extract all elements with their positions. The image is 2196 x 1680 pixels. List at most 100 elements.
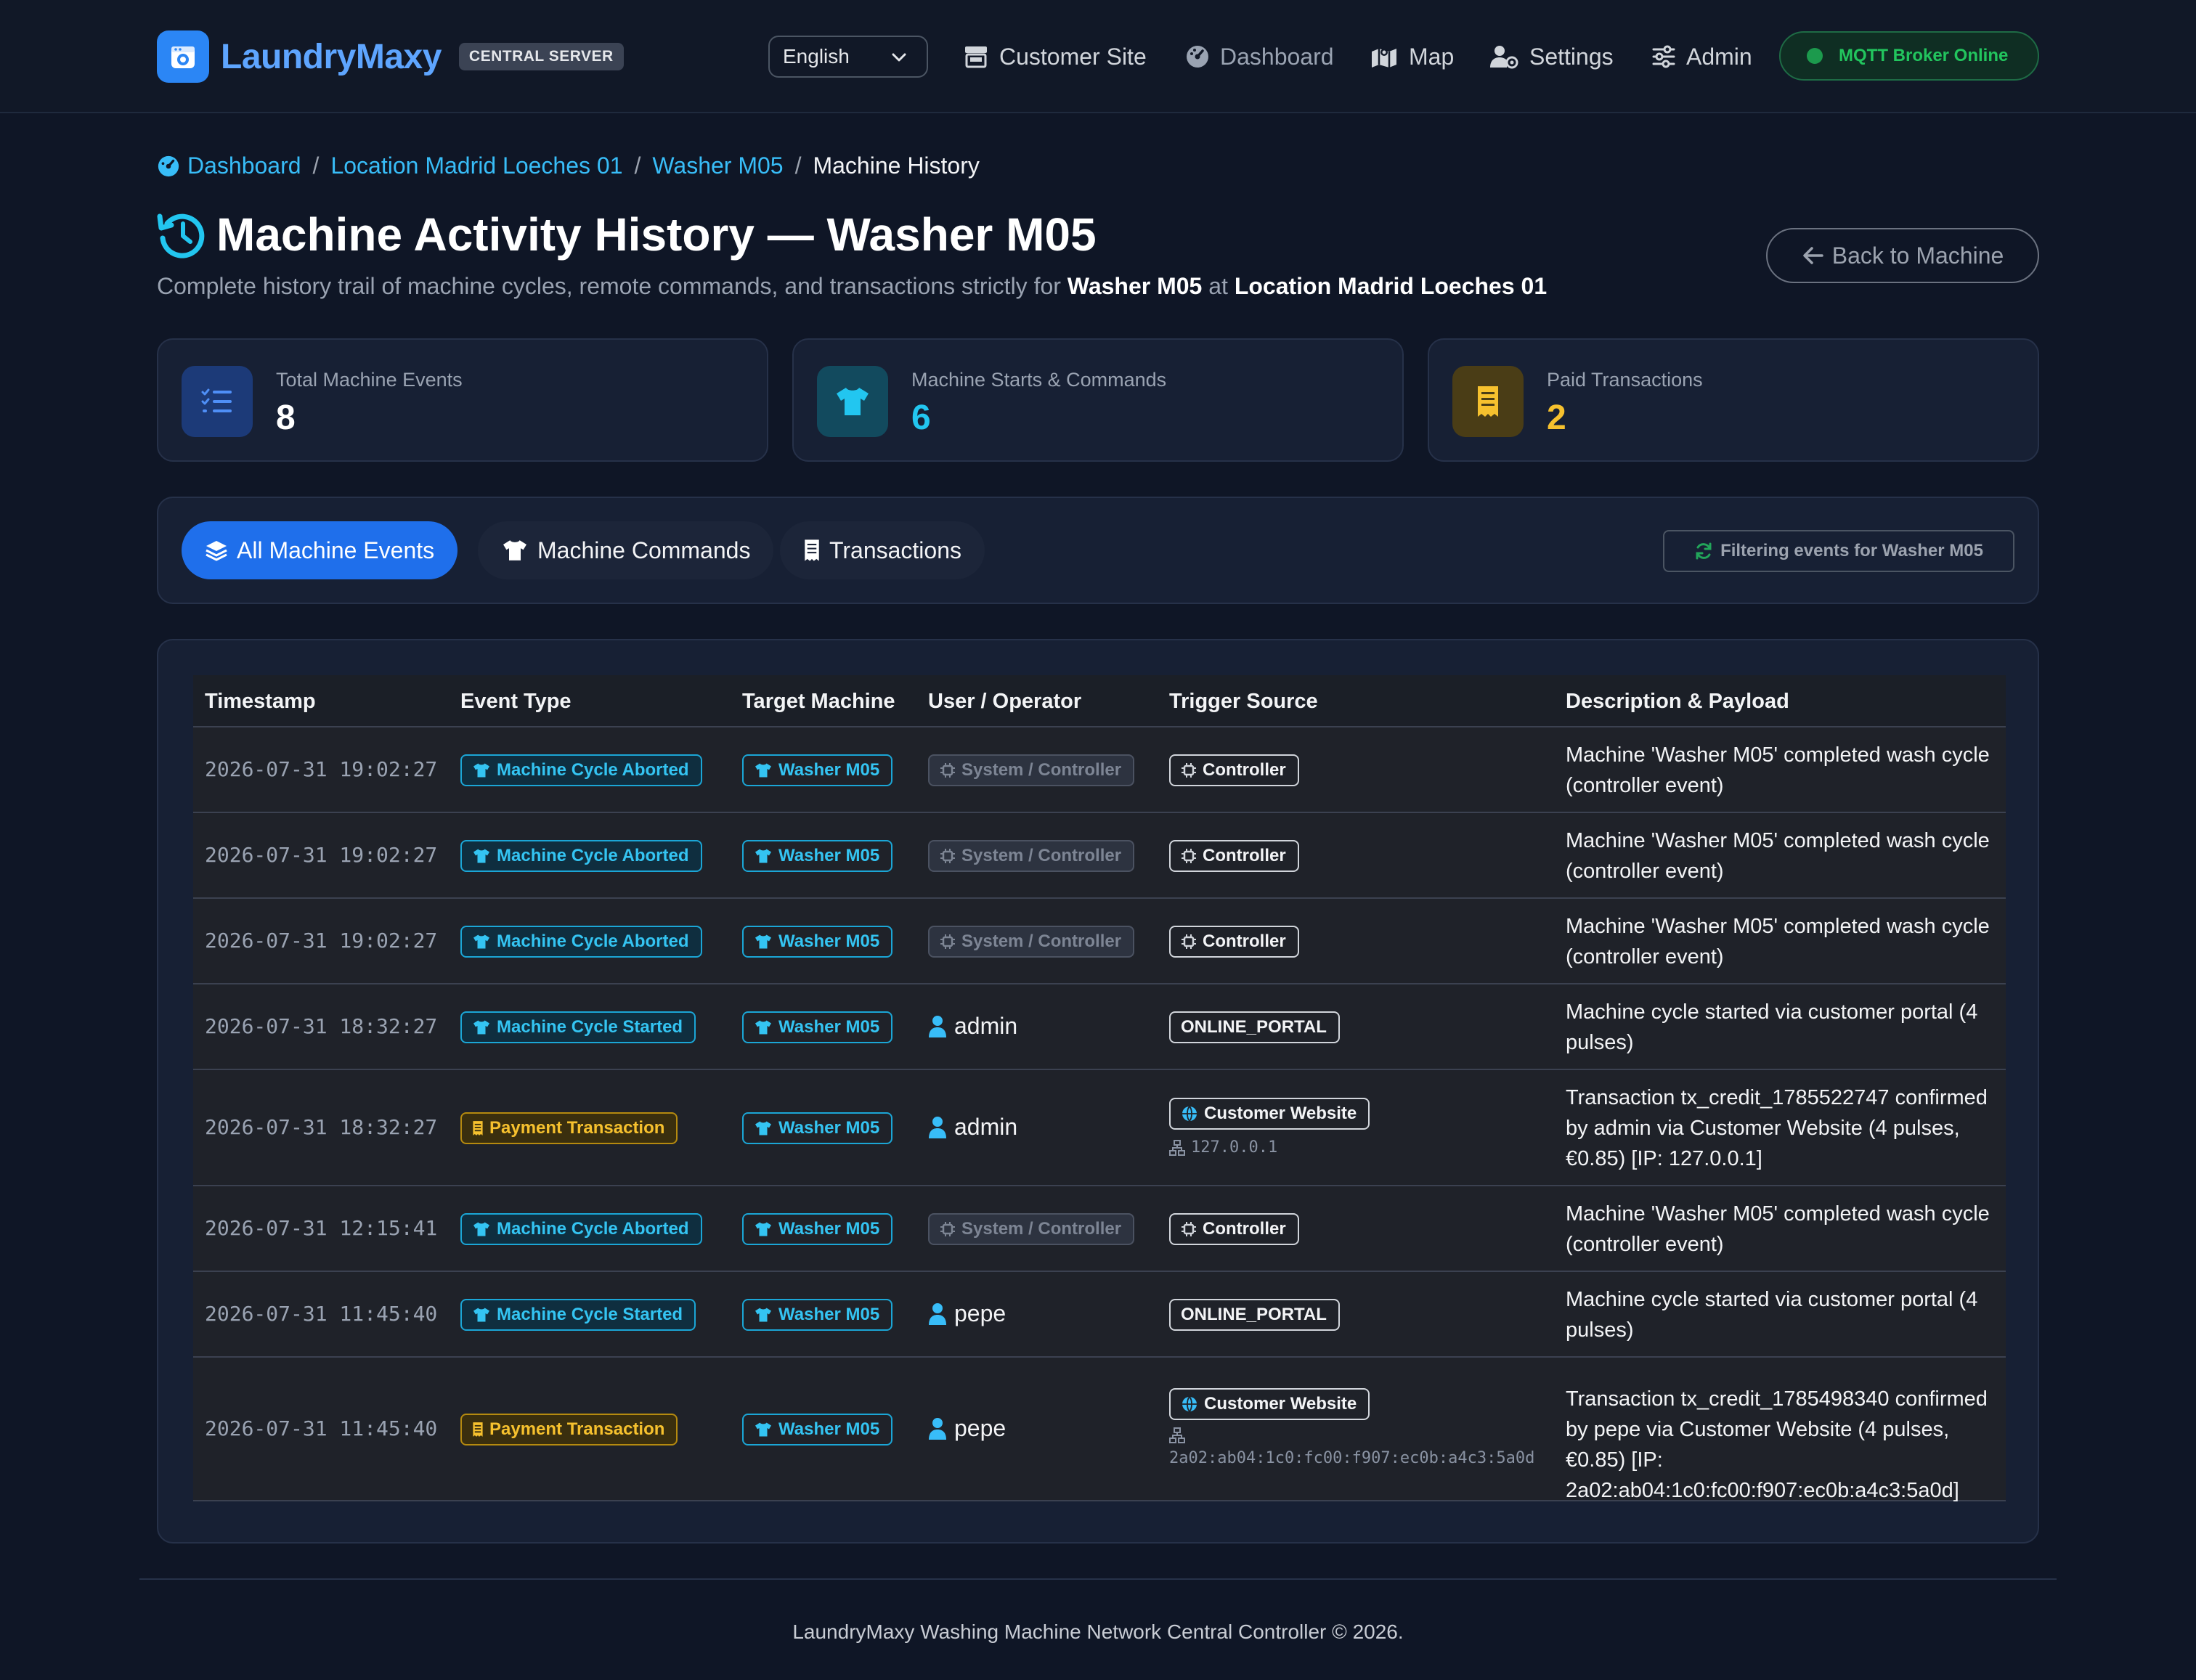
user-icon [929, 1116, 946, 1138]
trigger-source-badge: Controller [1169, 754, 1299, 786]
description-cell: Machine cycle started via customer porta… [1566, 1000, 1978, 1054]
breadcrumb-machine[interactable]: Washer M05 [652, 152, 783, 179]
globe-icon [1182, 1396, 1197, 1412]
trigger-source-label: Customer Website [1204, 1394, 1357, 1414]
event-type-label: Machine Cycle Aborted [497, 1219, 689, 1239]
shirt-icon [817, 366, 888, 437]
description-cell: Transaction tx_credit_1785498340 confirm… [1566, 1387, 1988, 1502]
breadcrumb-location[interactable]: Location Madrid Loeches 01 [330, 152, 622, 179]
gauge-icon [1187, 46, 1208, 68]
breadcrumb-separator: / [794, 152, 802, 179]
event-type-badge: Machine Cycle Aborted [460, 840, 702, 872]
subtitle-location: Location Madrid Loeches 01 [1234, 273, 1548, 299]
washing-machine-logo-icon [157, 30, 209, 83]
receipt-icon [473, 1121, 483, 1135]
page-title-text: Machine Activity History — Washer M05 [216, 208, 1097, 261]
trigger-source-badge: Customer Website [1169, 1098, 1370, 1130]
shirt-icon [755, 934, 771, 949]
trigger-source-badge: ONLINE_PORTAL [1169, 1299, 1340, 1331]
nav-settings[interactable]: Settings [1489, 41, 1614, 73]
table-body: 2026-07-31 19:02:27 Machine Cycle Aborted… [193, 727, 2006, 1502]
nav-admin[interactable]: Admin [1651, 41, 1752, 73]
user-label: admin [954, 1114, 1018, 1140]
event-type-label: Machine Cycle Aborted [497, 760, 689, 780]
event-type-label: Machine Cycle Started [497, 1305, 683, 1324]
chip-icon [940, 849, 955, 863]
column-header: Description & Payload [1566, 690, 1789, 713]
sync-icon [1696, 542, 1712, 560]
language-select[interactable]: English [768, 36, 928, 78]
network-icon [1169, 1139, 1185, 1156]
store-icon [965, 46, 987, 68]
target-machine-label: Washer M05 [778, 1017, 880, 1037]
event-type-label: Machine Cycle Started [497, 1017, 683, 1037]
back-to-machine-button[interactable]: Back to Machine [1766, 228, 2039, 283]
user-operator[interactable]: admin [928, 1114, 1017, 1141]
network-icon-row [1169, 1427, 1191, 1443]
trigger-source-badge: Controller [1169, 926, 1299, 958]
ip-address: 2a02:ab04:1c0:fc00:f907:ec0b:a4c3:5a0d [1169, 1449, 1534, 1467]
page-title: Machine Activity History — Washer M05 [157, 208, 1097, 261]
target-machine-link[interactable]: Washer M05 [742, 1011, 893, 1043]
user-label: pepe [954, 1300, 1006, 1326]
layers-icon [206, 541, 227, 561]
timestamp-cell: 2026-07-31 18:32:27 [205, 1115, 438, 1139]
target-machine-link[interactable]: Washer M05 [742, 1112, 893, 1144]
user-operator[interactable]: pepe [928, 1415, 1006, 1442]
brand[interactable]: LaundryMaxy CENTRAL SERVER [157, 30, 624, 83]
shirt-icon [755, 1222, 771, 1236]
tab-all-machine-events[interactable]: All Machine Events [182, 521, 458, 579]
brand-name: LaundryMaxy [221, 37, 442, 76]
event-type-badge: Machine Cycle Started [460, 1011, 696, 1043]
shirt-icon [473, 763, 489, 778]
ip-address-label: 2a02:ab04:1c0:fc00:f907:ec0b:a4c3:5a0d [1169, 1449, 1535, 1467]
user-label: pepe [954, 1415, 1006, 1441]
event-type-badge: Payment Transaction [460, 1112, 678, 1144]
event-type-badge: Machine Cycle Aborted [460, 754, 702, 786]
nav-customer-site[interactable]: Customer Site [963, 41, 1147, 73]
target-machine-link[interactable]: Washer M05 [742, 1213, 893, 1245]
target-machine-label: Washer M05 [778, 1219, 880, 1239]
nav-map[interactable]: Map [1370, 41, 1454, 73]
chip-icon [940, 763, 955, 778]
nav-customer-site-label: Customer Site [999, 43, 1147, 70]
tab-label: Machine Commands [537, 537, 751, 563]
chevron-down-icon [892, 53, 906, 62]
event-type-label: Machine Cycle Aborted [497, 931, 689, 951]
shirt-icon [473, 934, 489, 949]
nav-map-label: Map [1409, 43, 1455, 70]
description-cell: Machine 'Washer M05' completed wash cycl… [1566, 915, 1990, 969]
breadcrumb-dashboard[interactable]: Dashboard [187, 152, 301, 179]
description-cell: Transaction tx_credit_1785522747 confirm… [1566, 1086, 1988, 1170]
receipt-icon [1452, 366, 1524, 437]
shirt-icon [755, 1308, 771, 1322]
gauge-icon [158, 155, 179, 176]
shirt-icon [755, 763, 771, 778]
filter-status-badge: Filtering events for Washer M05 [1663, 530, 2014, 572]
chip-icon [1182, 849, 1196, 863]
target-machine-link[interactable]: Washer M05 [742, 754, 893, 786]
history-icon [157, 213, 205, 258]
nav-dashboard[interactable]: Dashboard [1185, 41, 1334, 73]
chip-icon [1182, 934, 1196, 949]
ip-address-label: 127.0.0.1 [1191, 1138, 1278, 1157]
event-type-badge: Machine Cycle Aborted [460, 1213, 702, 1245]
user-operator[interactable]: admin [928, 1013, 1017, 1040]
target-machine-label: Washer M05 [778, 1118, 880, 1138]
target-machine-link[interactable]: Washer M05 [742, 926, 893, 958]
timestamp-cell: 2026-07-31 19:02:27 [205, 757, 438, 781]
user-operator[interactable]: pepe [928, 1300, 1006, 1327]
stat-card-total-events: Total Machine Events 8 [157, 338, 768, 462]
nav-admin-label: Admin [1686, 43, 1752, 70]
target-machine-link[interactable]: Washer M05 [742, 840, 893, 872]
target-machine-link[interactable]: Washer M05 [742, 1414, 893, 1445]
target-machine-link[interactable]: Washer M05 [742, 1299, 893, 1331]
column-header: Target Machine [742, 690, 895, 713]
tab-transactions[interactable]: Transactions [780, 521, 985, 579]
shirt-icon [473, 849, 489, 863]
trigger-source-badge: ONLINE_PORTAL [1169, 1011, 1340, 1043]
shirt-icon [473, 1308, 489, 1322]
trigger-source-label: Controller [1203, 1219, 1286, 1239]
tab-machine-commands[interactable]: Machine Commands [478, 521, 774, 579]
target-machine-label: Washer M05 [778, 760, 880, 780]
